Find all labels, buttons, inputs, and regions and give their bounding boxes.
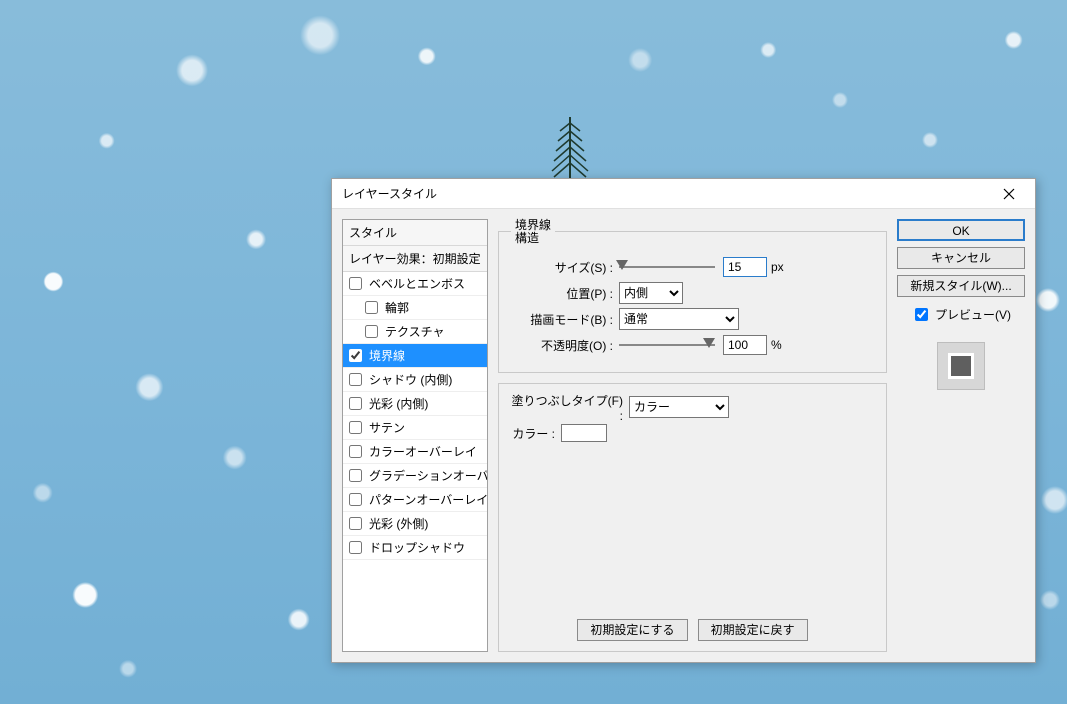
close-icon — [1003, 188, 1015, 200]
blend-mode-label: 描画モード(B) : — [511, 311, 619, 328]
position-select[interactable]: 内側 — [619, 282, 683, 304]
style-item-11[interactable]: ドロップシャドウ — [343, 536, 487, 560]
fill-type-label: 塗りつぶしタイプ(F) : — [511, 392, 629, 423]
style-item-label: サテン — [369, 419, 405, 436]
style-item-0[interactable]: ベベルとエンボス — [343, 272, 487, 296]
style-item-4[interactable]: シャドウ (内側) — [343, 368, 487, 392]
preview-checkbox[interactable] — [915, 308, 928, 321]
style-item-label: シャドウ (内側) — [369, 371, 452, 388]
preview-label: プレビュー(V) — [935, 306, 1011, 323]
styles-list: スタイル レイヤー効果：初期設定 ベベルとエンボス輪郭テクスチャ境界線シャドウ … — [342, 219, 488, 652]
fill-fieldset: 塗りつぶしタイプ(F) : カラー カラー : 初期設定にする 初期設定に戻す — [498, 383, 887, 652]
opacity-slider[interactable] — [619, 335, 715, 355]
size-unit: px — [771, 260, 784, 274]
cancel-button[interactable]: キャンセル — [897, 247, 1025, 269]
style-item-label: 光彩 (内側) — [369, 395, 428, 412]
style-item-6[interactable]: サテン — [343, 416, 487, 440]
position-label: 位置(P) : — [511, 285, 619, 302]
style-item-7[interactable]: カラーオーバーレイ — [343, 440, 487, 464]
style-item-label: 光彩 (外側) — [369, 515, 428, 532]
style-item-checkbox[interactable] — [349, 277, 362, 290]
style-item-checkbox[interactable] — [349, 541, 362, 554]
opacity-unit: % — [771, 338, 782, 352]
dialog-title: レイヤースタイル — [342, 185, 989, 202]
titlebar: レイヤースタイル — [332, 179, 1035, 209]
style-item-3[interactable]: 境界線 — [343, 344, 487, 368]
ok-button[interactable]: OK — [897, 219, 1025, 241]
close-button[interactable] — [989, 180, 1029, 208]
tree-graphic — [550, 105, 590, 185]
preview-checkbox-row[interactable]: プレビュー(V) — [897, 305, 1025, 324]
style-item-checkbox[interactable] — [349, 445, 362, 458]
style-item-9[interactable]: パターンオーバーレイ — [343, 488, 487, 512]
opacity-label: 不透明度(O) : — [511, 337, 619, 354]
style-item-checkbox[interactable] — [349, 373, 362, 386]
fill-type-select[interactable]: カラー — [629, 396, 729, 418]
style-item-label: ドロップシャドウ — [369, 539, 465, 556]
size-slider[interactable] — [619, 257, 715, 277]
style-item-10[interactable]: 光彩 (外側) — [343, 512, 487, 536]
reset-default-button[interactable]: 初期設定に戻す — [698, 619, 808, 641]
style-item-checkbox[interactable] — [349, 397, 362, 410]
style-item-8[interactable]: グラデーションオーバーレイ — [343, 464, 487, 488]
style-item-1[interactable]: 輪郭 — [343, 296, 487, 320]
opacity-input[interactable] — [723, 335, 767, 355]
style-item-label: ベベルとエンボス — [369, 275, 465, 292]
size-input[interactable] — [723, 257, 767, 277]
style-item-checkbox[interactable] — [349, 469, 362, 482]
style-item-checkbox[interactable] — [349, 421, 362, 434]
preview-swatch — [937, 342, 985, 390]
structure-legend: 境界線 構造 — [511, 219, 555, 244]
style-item-checkbox[interactable] — [365, 301, 378, 314]
size-label: サイズ(S) : — [511, 259, 619, 276]
style-item-label: カラーオーバーレイ — [369, 443, 477, 460]
styles-subheader[interactable]: レイヤー効果：初期設定 — [343, 246, 487, 272]
style-item-5[interactable]: 光彩 (内側) — [343, 392, 487, 416]
style-item-label: テクスチャ — [385, 323, 445, 340]
style-item-label: グラデーションオーバーレイ — [369, 467, 488, 484]
style-item-checkbox[interactable] — [349, 493, 362, 506]
make-default-button[interactable]: 初期設定にする — [577, 619, 687, 641]
new-style-button[interactable]: 新規スタイル(W)... — [897, 275, 1025, 297]
style-item-label: 輪郭 — [385, 299, 409, 316]
color-swatch[interactable] — [561, 424, 607, 442]
style-item-label: パターンオーバーレイ — [369, 491, 488, 508]
blend-mode-select[interactable]: 通常 — [619, 308, 739, 330]
color-label: カラー : — [511, 425, 561, 442]
structure-fieldset: 境界線 構造 サイズ(S) : px 位置(P) : 内側 — [498, 219, 887, 373]
styles-header[interactable]: スタイル — [343, 220, 487, 246]
style-item-label: 境界線 — [369, 347, 405, 364]
style-item-checkbox[interactable] — [349, 517, 362, 530]
style-item-checkbox[interactable] — [349, 349, 362, 362]
layer-style-dialog: レイヤースタイル スタイル レイヤー効果：初期設定 ベベルとエンボス輪郭テクスチ… — [331, 178, 1036, 663]
style-item-2[interactable]: テクスチャ — [343, 320, 487, 344]
style-item-checkbox[interactable] — [365, 325, 378, 338]
